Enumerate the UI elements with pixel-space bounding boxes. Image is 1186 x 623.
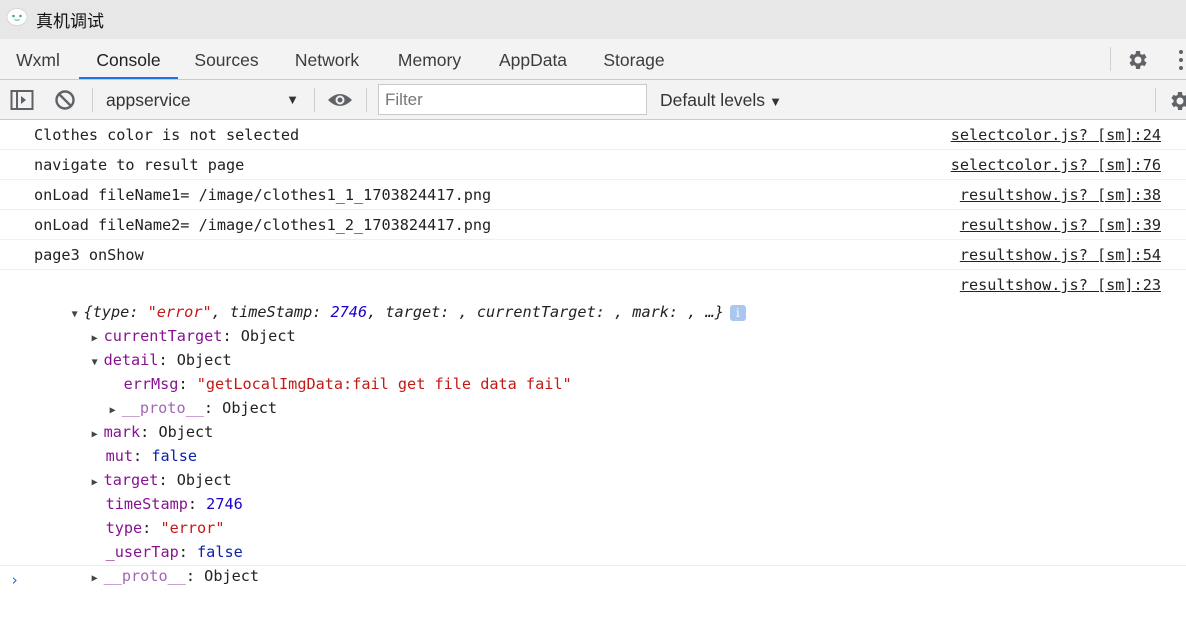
tree-node-type: type: "error" [105, 519, 225, 537]
gear-icon[interactable] [1126, 48, 1150, 72]
source-link[interactable]: resultshow.js? [sm]:39 [960, 216, 1161, 234]
wechat-devtools-logo-icon [6, 7, 28, 26]
tree-node-detail-proto[interactable]: ▶ __proto__: Object [73, 372, 277, 417]
tab-network[interactable]: Network [276, 39, 378, 79]
chevron-down-icon: ▼ [769, 94, 782, 109]
message-text: onLoad fileName2= /image/clothes1_2_1703… [34, 216, 492, 234]
toolbar-divider [1155, 88, 1156, 112]
message-text: page3 onShow [34, 246, 144, 264]
tab-storage[interactable]: Storage [588, 39, 680, 79]
console-message: navigate to result page selectcolor.js? … [0, 150, 1186, 180]
clear-console-icon[interactable] [54, 89, 76, 111]
console-message: Clothes color is not selected selectcolo… [0, 120, 1186, 150]
tree-node-proto[interactable]: ▶ __proto__: Object [55, 540, 259, 585]
tree-node-detail[interactable]: ▼ detail: Object [55, 324, 232, 369]
console-prompt[interactable]: › [10, 571, 19, 589]
console-message: page3 onShow resultshow.js? [sm]:54 [0, 240, 1186, 270]
tree-node-userTap: _userTap: false [105, 543, 243, 561]
console-settings-gear-icon[interactable] [1168, 89, 1186, 113]
window-title-bar: 真机调试 [0, 0, 1186, 39]
source-link[interactable]: resultshow.js? [sm]:54 [960, 246, 1161, 264]
source-link[interactable]: resultshow.js? [sm]:23 [960, 276, 1161, 294]
toolbar-divider [366, 88, 367, 112]
tree-node-errMsg: errMsg: "getLocalImgData:fail get file d… [123, 375, 572, 393]
tab-console[interactable]: Console [79, 39, 178, 79]
context-select-value: appservice [106, 90, 191, 110]
kebab-menu-icon[interactable] [1178, 49, 1184, 71]
tree-node-currentTarget[interactable]: ▶ currentTarget: Object [55, 300, 296, 345]
object-log-message: resultshow.js? [sm]:23 ▼ {type: "error", … [0, 270, 1186, 585]
tree-node-mark[interactable]: ▶ mark: Object [55, 396, 214, 441]
tree-node-mut: mut: false [105, 447, 198, 465]
tab-sources[interactable]: Sources [180, 39, 273, 79]
tree-node-target[interactable]: ▶ target: Object [55, 444, 232, 489]
context-select[interactable]: appservice ▼ [100, 86, 305, 114]
source-link[interactable]: selectcolor.js? [sm]:24 [951, 126, 1161, 144]
sidebar-toggle-icon[interactable] [10, 89, 34, 111]
source-link[interactable]: selectcolor.js? [sm]:76 [951, 156, 1161, 174]
tab-appdata[interactable]: AppData [482, 39, 584, 79]
triangle-right-icon[interactable]: ▶ [92, 567, 104, 591]
filter-input[interactable] [378, 84, 647, 115]
tab-memory[interactable]: Memory [382, 39, 477, 79]
chevron-down-icon: ▼ [286, 92, 299, 107]
toolbar-divider [314, 88, 315, 112]
message-text: navigate to result page [34, 156, 245, 174]
tab-wxml[interactable]: Wxml [0, 39, 76, 79]
info-icon[interactable]: i [729, 304, 746, 321]
log-levels-label: Default levels [660, 90, 766, 110]
source-link[interactable]: resultshow.js? [sm]:38 [960, 186, 1161, 204]
message-text: Clothes color is not selected [34, 126, 300, 144]
devtools-tab-bar: Wxml Console Sources Network Memory AppD… [0, 39, 1186, 80]
tab-divider [1110, 47, 1111, 71]
prompt-chevron-icon: › [10, 571, 20, 589]
console-message: onLoad fileName1= /image/clothes1_1_1703… [0, 180, 1186, 210]
object-preview-row[interactable]: ▼ {type: "error", timeStamp: 2746, target… [35, 276, 746, 321]
tree-node-timeStamp: timeStamp: 2746 [105, 495, 243, 513]
message-text: onLoad fileName1= /image/clothes1_1_1703… [34, 186, 492, 204]
console-message: onLoad fileName2= /image/clothes1_2_1703… [0, 210, 1186, 240]
window-title: 真机调试 [36, 12, 104, 32]
toolbar-divider [92, 88, 93, 112]
eye-icon[interactable] [327, 89, 353, 111]
log-levels-dropdown[interactable]: Default levels ▼ [660, 86, 782, 114]
